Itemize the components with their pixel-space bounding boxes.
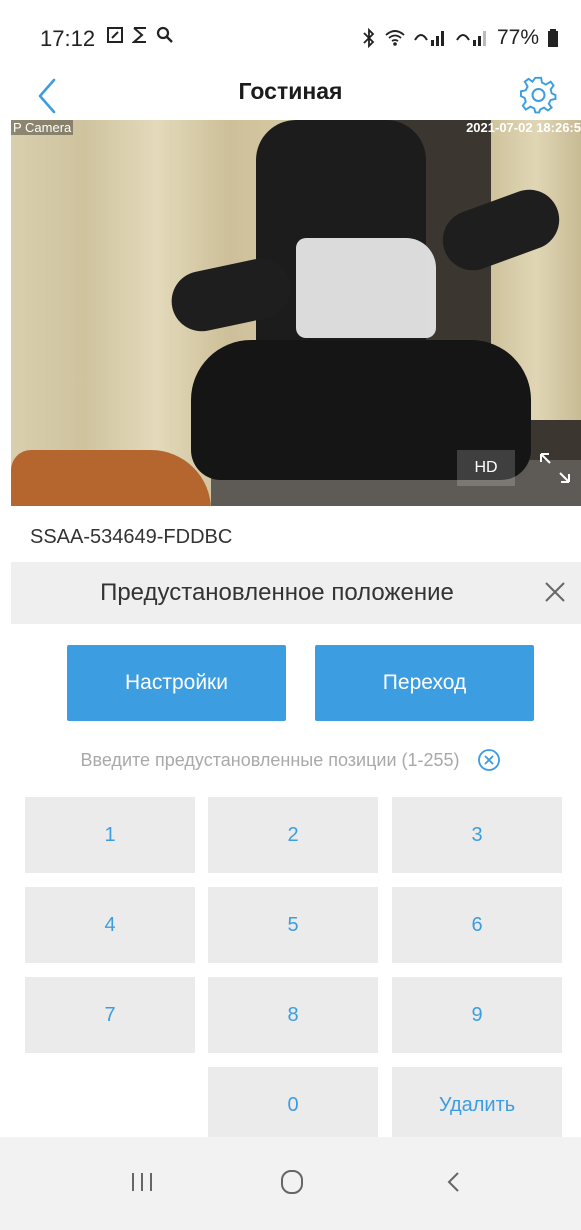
preset-panel-title: Предустановленное положение <box>100 579 454 606</box>
keypad-key-3[interactable]: 3 <box>392 797 562 873</box>
preset-settings-button[interactable]: Настройки <box>67 645 286 721</box>
signal-sim2-icon <box>456 31 486 46</box>
status-bar: 17:12 77% <box>0 0 581 72</box>
clear-input-button[interactable] <box>477 748 501 772</box>
keypad-key-1[interactable]: 1 <box>25 797 195 873</box>
page-title: Гостиная <box>238 78 343 104</box>
keypad-key-5[interactable]: 5 <box>208 887 378 963</box>
bluetooth-icon <box>363 28 375 48</box>
keypad-key-7[interactable]: 7 <box>25 977 195 1053</box>
close-icon <box>545 582 565 602</box>
gear-icon <box>519 76 557 114</box>
keypad-key-2[interactable]: 2 <box>208 797 378 873</box>
status-right-icons: 77% <box>361 26 559 50</box>
preset-panel-header: Предустановленное положение <box>11 562 581 624</box>
camera-timestamp: 2021-07-02 18:26:5 <box>466 120 581 135</box>
wifi-icon <box>385 30 405 46</box>
recent-apps-icon <box>132 1173 152 1191</box>
app-header: Гостиная <box>0 72 581 120</box>
home-button[interactable] <box>262 1157 322 1207</box>
system-nav-bar <box>0 1137 581 1230</box>
fullscreen-icon <box>540 453 570 483</box>
back-chevron-icon <box>447 1172 459 1192</box>
keypad-key-9[interactable]: 9 <box>392 977 562 1053</box>
clear-circle-icon <box>477 749 500 771</box>
recent-apps-button[interactable] <box>112 1157 172 1207</box>
camera-label: P Camera <box>11 120 74 135</box>
system-back-button[interactable] <box>424 1157 484 1207</box>
keypad-delete-button[interactable]: Удалить <box>392 1067 562 1143</box>
close-preset-button[interactable] <box>539 576 571 608</box>
sync-notification-icon <box>132 27 146 43</box>
preset-goto-button[interactable]: Переход <box>315 645 534 721</box>
camera-video-feed[interactable]: P Camera 2021-07-02 18:26:5 HD <box>11 120 581 506</box>
keypad-key-4[interactable]: 4 <box>25 887 195 963</box>
edit-note-icon <box>107 27 123 43</box>
search-notification-icon <box>156 26 173 43</box>
keypad-key-8[interactable]: 8 <box>208 977 378 1053</box>
device-id: SSAA-534649-FDDBC <box>30 526 233 548</box>
video-scene-package <box>296 238 436 338</box>
battery-icon <box>548 29 558 47</box>
video-scene-cushion <box>11 450 211 506</box>
preset-input-placeholder: Введите предустановленные позиции (1-255… <box>80 749 460 770</box>
signal-sim1-icon <box>414 31 444 46</box>
preset-input-hint: Введите предустановленные позиции (1-255… <box>0 748 581 772</box>
fullscreen-button[interactable] <box>535 450 575 486</box>
status-left-icons <box>106 26 174 44</box>
battery-percent: 77% <box>496 26 539 49</box>
keypad-key-6[interactable]: 6 <box>392 887 562 963</box>
home-icon <box>281 1170 303 1194</box>
settings-button[interactable] <box>519 76 559 116</box>
status-time: 17:12 <box>40 26 96 51</box>
hd-quality-button[interactable]: HD <box>457 450 515 486</box>
keypad-key-0[interactable]: 0 <box>208 1067 378 1143</box>
